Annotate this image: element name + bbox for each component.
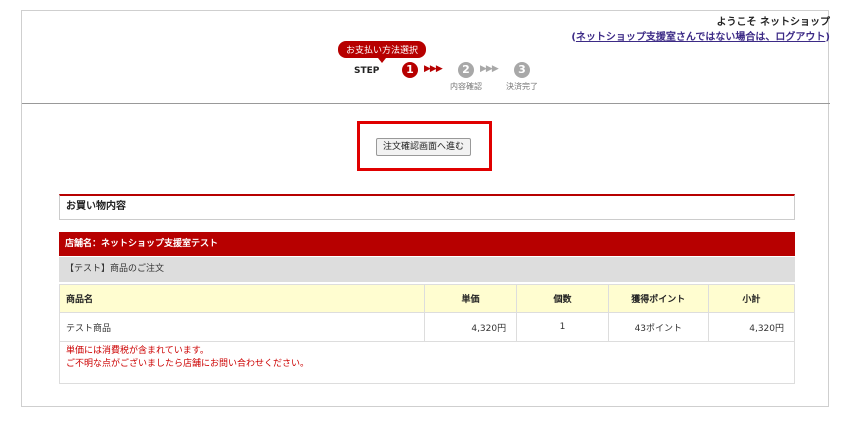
step-3-circle: 3 (514, 62, 530, 78)
order-title: 【テスト】商品のご注文 (59, 257, 795, 282)
logout-line: (ネットショップ支援室さんではない場合は、ログアウト) (571, 28, 830, 43)
column-header-name: 商品名 (59, 284, 425, 313)
cta-highlight-box: 注文確認画面へ進む (357, 121, 492, 171)
column-header-points: 獲得ポイント (607, 284, 709, 313)
step-2-label: 内容確認 (450, 82, 482, 91)
current-step-bubble: お支払い方法選択 (338, 41, 427, 63)
table-header-row: 商品名 単価 個数 獲得ポイント 小計 (59, 284, 796, 313)
shop-name: 店舗名：ネットショップ支援室テスト (59, 232, 795, 256)
step-word: STEP (354, 66, 380, 76)
step-arrow-icon: ▶▶▶ (424, 64, 443, 74)
step-indicator: お支払い方法選択 STEP 1 ▶▶▶ 2 ▶▶▶ 3 内容確認 決済完了 (332, 41, 572, 97)
column-header-subtotal: 小計 (707, 284, 796, 313)
logout-link[interactable]: ネットショップ支援室さんではない場合は、ログアウト (576, 32, 826, 43)
step-3-label: 決済完了 (506, 82, 538, 91)
step-arrow-icon: ▶▶▶ (480, 64, 499, 74)
proceed-to-confirm-button[interactable]: 注文確認画面へ進む (376, 138, 472, 156)
order-items-table: 商品名 単価 個数 獲得ポイント 小計 テスト商品 4,320円 1 43ポイン… (59, 284, 796, 342)
step-1-circle: 1 (402, 62, 418, 78)
checkout-header: ようこそ ネットショップ (ネットショップ支援室さんではない場合は、ログアウト)… (22, 11, 830, 104)
step-2-circle: 2 (458, 62, 474, 78)
section-title: お買い物内容 (59, 194, 795, 220)
order-notes: 単価には消費税が含まれています。 ご不明な点がございましたら店舗にお問い合わせく… (59, 338, 795, 384)
welcome-text: ようこそ ネットショップ (716, 17, 830, 28)
contact-note: ご不明な点がございましたら店舗にお問い合わせください。 (66, 359, 310, 369)
checkout-page: ようこそ ネットショップ (ネットショップ支援室さんではない場合は、ログアウト)… (21, 10, 830, 407)
tax-note: 単価には消費税が含まれています。 (66, 346, 209, 356)
logout-paren-close: ) (825, 32, 830, 43)
column-header-qty: 個数 (516, 284, 609, 313)
column-header-price: 単価 (423, 284, 518, 313)
